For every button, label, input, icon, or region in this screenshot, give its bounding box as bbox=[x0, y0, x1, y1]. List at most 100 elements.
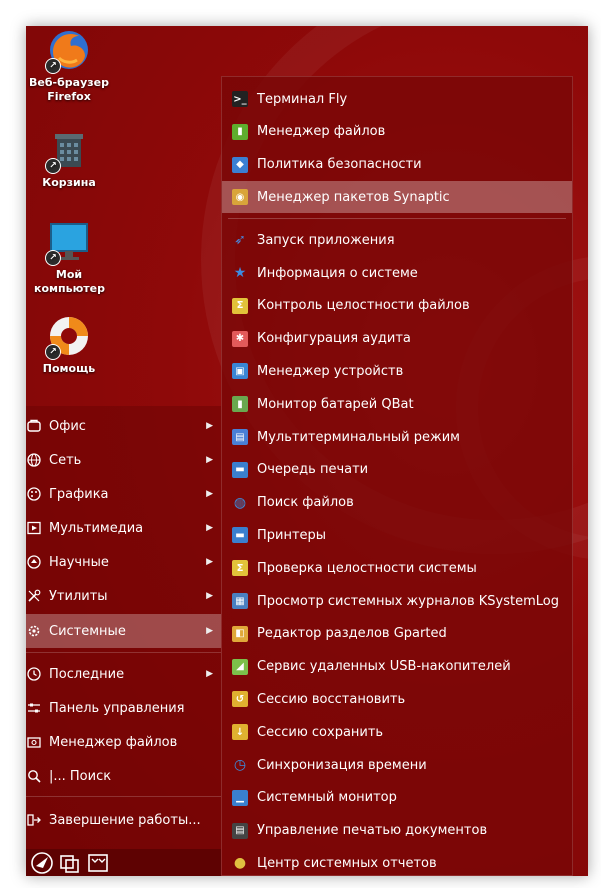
shortcut-arrow-icon: ↗ bbox=[45, 250, 61, 266]
submenu-arrow-icon: ▶ bbox=[206, 421, 213, 431]
multiterminal-icon: ▤ bbox=[232, 429, 248, 445]
submenu-item[interactable]: ◆ Политика безопасности bbox=[222, 149, 572, 181]
submenu-arrow-icon: ▶ bbox=[206, 455, 213, 465]
menu-item-label: |... Поиск bbox=[49, 768, 112, 784]
submenu-item[interactable]: ★ Информация о системе bbox=[222, 257, 572, 289]
desktop-icon-my-computer[interactable]: ↗ Мой компьютер bbox=[26, 220, 124, 296]
menu-item-control-panel[interactable]: Панель управления bbox=[26, 692, 221, 724]
submenu-item[interactable]: ◷ Синхронизация времени bbox=[222, 749, 572, 781]
menu-item-recent[interactable]: Последние ▶ bbox=[26, 658, 221, 690]
session-restore-icon: ↺ bbox=[232, 691, 248, 708]
sigma-icon: Σ bbox=[232, 297, 248, 314]
submenu-item[interactable]: ▦ Просмотр системных журналов KSystemLog bbox=[222, 585, 572, 617]
submenu-item[interactable]: ▬ Принтеры bbox=[222, 519, 572, 551]
submenu-item-label: Управление печатью документов bbox=[257, 823, 488, 839]
menu-item-shutdown[interactable]: Завершение работы... bbox=[26, 804, 221, 836]
menu-item-science[interactable]: Научные ▶ bbox=[26, 546, 221, 578]
submenu-arrow-icon: ▶ bbox=[206, 489, 213, 499]
submenu-item-label: Менеджер файлов bbox=[257, 124, 386, 140]
submenu-item[interactable]: ◢ Сервис удаленных USB-накопителей bbox=[222, 651, 572, 683]
submenu-item[interactable]: ▁ Системный монитор bbox=[222, 782, 572, 814]
submenu-arrow-icon: ▶ bbox=[206, 669, 213, 679]
firefox-icon: ↗ bbox=[45, 28, 91, 74]
submenu-item-label: Конфигурация аудита bbox=[257, 331, 411, 347]
file-manager-icon: ▮ bbox=[232, 123, 248, 140]
submenu-item-label: Принтеры bbox=[257, 527, 327, 543]
submenu-item-label: Поиск файлов bbox=[257, 495, 354, 511]
menu-item-system[interactable]: Системные ▶ bbox=[26, 614, 221, 648]
submenu-arrow-icon: ▶ bbox=[206, 523, 213, 533]
magnifier-icon: ◍ bbox=[233, 494, 247, 511]
submenu-item[interactable]: ↺ Сессию восстановить bbox=[222, 683, 572, 715]
submenu-item[interactable]: ● Центр системных отчетов bbox=[222, 847, 572, 876]
shutdown-icon bbox=[26, 812, 42, 828]
menu-item-search[interactable]: |... Поиск bbox=[26, 760, 221, 792]
submenu-item[interactable]: ◉ Менеджер пакетов Synaptic bbox=[222, 181, 572, 214]
menu-item-graphics[interactable]: Графика ▶ bbox=[26, 478, 221, 510]
system-monitor-icon: ▁ bbox=[232, 789, 248, 806]
menu-item-label: Графика bbox=[49, 486, 109, 502]
office-icon bbox=[26, 418, 42, 434]
taskbar bbox=[26, 849, 221, 876]
submenu-item[interactable]: ↓ Сессию сохранить bbox=[222, 716, 572, 748]
menu-item-multimedia[interactable]: Мультимедиа ▶ bbox=[26, 512, 221, 544]
submenu-item-label: Проверка целостности системы bbox=[257, 560, 477, 576]
package-icon: ◉ bbox=[232, 189, 248, 206]
submenu-item[interactable]: >_ Терминал Fly bbox=[222, 83, 572, 115]
submenu-item[interactable]: Σ Контроль целостности файлов bbox=[222, 290, 572, 322]
shortcut-arrow-icon: ↗ bbox=[45, 344, 61, 360]
submenu-item[interactable]: ▮ Менеджер файлов bbox=[222, 116, 572, 148]
gparted-icon: ◧ bbox=[232, 625, 248, 642]
submenu-item[interactable]: ◧ Редактор разделов Gparted bbox=[222, 618, 572, 650]
recent-icon bbox=[26, 666, 42, 682]
start-button[interactable] bbox=[30, 851, 54, 875]
submenu-item[interactable]: ▣ Менеджер устройств bbox=[222, 355, 572, 387]
submenu-item[interactable]: ▤ Управление печатью документов bbox=[222, 815, 572, 847]
utilities-icon bbox=[26, 588, 42, 604]
menu-item-network[interactable]: Сеть ▶ bbox=[26, 444, 221, 476]
submenu-item-label: Очередь печати bbox=[257, 462, 369, 478]
desktop-icon-label: Веб-браузер Firefox bbox=[29, 76, 109, 103]
menu-item-label: Последние bbox=[49, 666, 125, 682]
desktop-icon-label: Корзина bbox=[42, 176, 96, 189]
submenu-item[interactable]: ◍ Поиск файлов bbox=[222, 487, 572, 519]
menu-item-label: Сеть bbox=[49, 452, 82, 468]
submenu-item[interactable]: ➶ Запуск приложения bbox=[222, 224, 572, 256]
menu-item-utilities[interactable]: Утилиты ▶ bbox=[26, 580, 221, 612]
submenu-item-label: Запуск приложения bbox=[257, 232, 395, 248]
reports-icon: ● bbox=[233, 855, 247, 872]
control-panel-icon bbox=[26, 700, 42, 716]
menu-separator bbox=[26, 652, 221, 653]
submenu-item[interactable]: Σ Проверка целостности системы bbox=[222, 552, 572, 584]
science-icon bbox=[26, 554, 42, 570]
lifebuoy-icon: ↗ bbox=[45, 314, 91, 360]
menu-item-label: Завершение работы... bbox=[49, 812, 201, 828]
devices-icon: ▣ bbox=[232, 363, 248, 380]
search-icon bbox=[26, 768, 42, 784]
submenu-item-label: Монитор батарей QBat bbox=[257, 396, 414, 412]
submenu-item-label: Мультитерминальный режим bbox=[257, 429, 460, 445]
submenu-item[interactable]: ▤ Мультитерминальный режим bbox=[222, 421, 572, 453]
menu-item-file-manager[interactable]: Менеджер файлов bbox=[26, 726, 221, 758]
file-manager-icon bbox=[26, 734, 42, 750]
desktop-icon-firefox[interactable]: ↗ Веб-браузер Firefox bbox=[26, 28, 124, 104]
printer-icon: ▬ bbox=[232, 461, 248, 478]
submenu-item[interactable]: ▬ Очередь печати bbox=[222, 454, 572, 486]
desktop-icon-trash[interactable]: ↗ Корзина bbox=[26, 128, 124, 190]
submenu-item-label: Сессию восстановить bbox=[257, 691, 406, 707]
usb-icon: ◢ bbox=[232, 658, 248, 675]
sigma-icon: Σ bbox=[232, 560, 248, 577]
submenu-item[interactable]: ▮ Монитор батарей QBat bbox=[222, 388, 572, 420]
menu-item-label: Мультимедиа bbox=[49, 520, 144, 536]
terminal-icon: >_ bbox=[232, 91, 248, 107]
shortcut-arrow-icon: ↗ bbox=[45, 58, 61, 74]
show-desktop-button[interactable] bbox=[86, 851, 110, 875]
submenu-item-label: Менеджер устройств bbox=[257, 363, 404, 379]
windows-switch-button[interactable] bbox=[58, 851, 82, 875]
submenu-item[interactable]: ✱ Конфигурация аудита bbox=[222, 323, 572, 355]
trash-icon: ↗ bbox=[45, 128, 91, 174]
system-submenu: >_ Терминал Fly ▮ Менеджер файлов ◆ Политика … bbox=[221, 76, 573, 876]
menu-item-office[interactable]: Офис ▶ bbox=[26, 410, 221, 442]
session-save-icon: ↓ bbox=[232, 724, 248, 741]
desktop-icon-help[interactable]: ↗ Помощь bbox=[26, 314, 124, 376]
